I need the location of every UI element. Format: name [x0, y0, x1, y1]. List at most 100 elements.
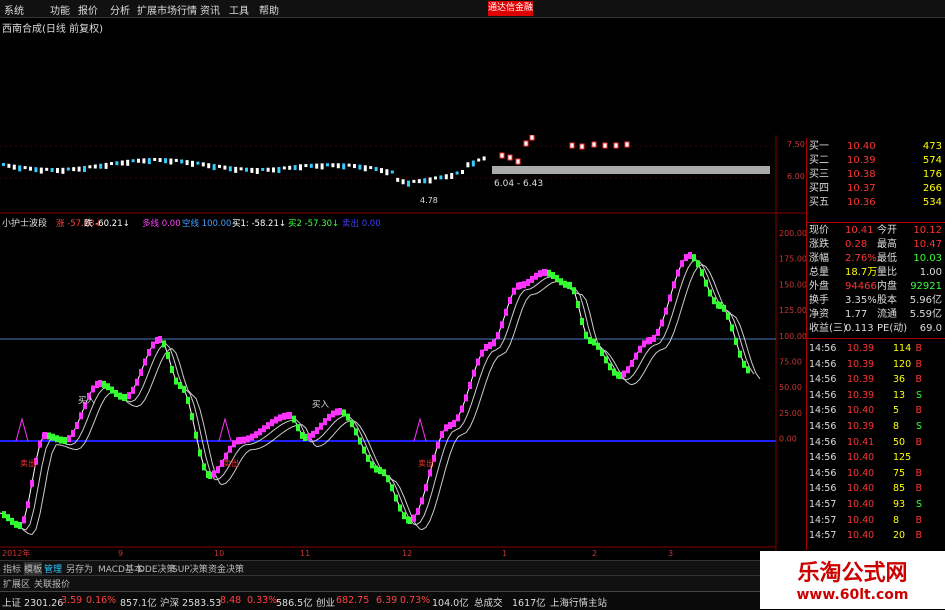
- stat-value: 3.35%: [845, 295, 877, 306]
- tick-time: 14:56: [809, 405, 837, 417]
- menu-function[interactable]: 功能: [50, 2, 70, 17]
- candle: [45, 167, 49, 171]
- time-axis-label: 9: [118, 549, 123, 558]
- extension-tab-1[interactable]: 关联报价: [34, 577, 70, 590]
- menu-help[interactable]: 帮助: [259, 2, 279, 17]
- candle: [309, 163, 313, 168]
- indicator-axis-label: 0.00: [779, 435, 797, 444]
- indicator-bar: [238, 437, 242, 444]
- stat-row: 现价 10.41 今开 10.12: [807, 224, 945, 238]
- candle: [218, 164, 221, 168]
- tick-volume: 36: [893, 374, 906, 386]
- candle: [326, 163, 329, 167]
- candle: [66, 167, 70, 171]
- indicator-bar: [296, 424, 300, 432]
- candle: [56, 167, 59, 173]
- tick-row: 14:56 10.39 120 B: [807, 358, 945, 371]
- candle: [245, 167, 248, 172]
- indicator-bar: [114, 389, 118, 397]
- menu-tools[interactable]: 工具: [229, 2, 249, 17]
- indicator-bar: [538, 270, 542, 278]
- candle: [369, 166, 373, 170]
- tab-2[interactable]: 管理: [44, 562, 62, 575]
- candle: [315, 163, 319, 169]
- bid-volume: 473: [922, 141, 942, 152]
- indicator-bar: [612, 368, 616, 376]
- tab-4[interactable]: MACD基本: [98, 562, 143, 575]
- menu-quote[interactable]: 报价: [78, 2, 98, 17]
- candle: [299, 164, 302, 171]
- tab-3[interactable]: 另存为: [66, 562, 93, 575]
- broker-badge[interactable]: 通达信金融: [488, 1, 533, 16]
- indicator-bar: [246, 435, 250, 443]
- indicator-legend-item: 跌 -60.21↓: [84, 218, 130, 229]
- tick-side: B: [915, 374, 922, 386]
- chart-area[interactable]: 7.50 6.00 6.04 - 6.43 4.78 小护士波段 涨 -57.6…: [0, 135, 806, 560]
- indicator-bar: [742, 360, 746, 368]
- extension-tab-0[interactable]: 扩展区: [3, 577, 30, 590]
- indicator-bar: [370, 461, 374, 469]
- stat-label: 收益(三): [809, 323, 847, 334]
- status-item: 6.39: [376, 595, 398, 606]
- indicator-bar: [79, 412, 83, 420]
- candle: [255, 167, 259, 174]
- candle: [50, 167, 54, 172]
- sell-signal-label: 卖出: [223, 458, 239, 468]
- indicator-bar: [652, 334, 656, 342]
- tab-6[interactable]: SUP决策: [172, 562, 208, 575]
- tick-volume: 8: [893, 514, 900, 526]
- indicator-axis-label: 175.00: [779, 255, 806, 264]
- tab-7[interactable]: 资金决策: [208, 562, 244, 575]
- tab-0[interactable]: 指标: [3, 562, 21, 575]
- indicator-bar: [350, 420, 354, 428]
- tab-5[interactable]: DDE决策: [138, 562, 176, 575]
- stat-label: 量比: [877, 267, 897, 278]
- menu-news[interactable]: 资讯: [200, 2, 220, 17]
- candle: [482, 156, 486, 161]
- stat-label: 外盘: [809, 281, 829, 292]
- candle: [602, 142, 608, 149]
- stat-label: 最高: [877, 239, 897, 250]
- candle: [158, 158, 162, 163]
- stat-row: 涨跌 0.28 最高 10.47: [807, 238, 945, 252]
- tick-volume: 20: [893, 530, 906, 542]
- status-item: 0.73%: [400, 595, 431, 606]
- indicator-bar: [366, 454, 370, 462]
- time-axis-label: 2012年: [2, 548, 30, 558]
- menu-system[interactable]: 系统: [4, 2, 24, 17]
- tick-time: 14:57: [809, 530, 837, 542]
- indicator-bar: [106, 383, 110, 391]
- indicator-bar: [170, 366, 174, 374]
- sell-signal-label: 卖出: [418, 458, 434, 468]
- tick-time: 14:56: [809, 436, 837, 448]
- indicator-bar: [448, 422, 452, 429]
- candle: [466, 162, 470, 168]
- tick-row: 14:57 10.40 8 B: [807, 514, 945, 527]
- indicator-bar: [10, 517, 14, 525]
- indicator-bar: [75, 422, 79, 430]
- menu-extended-market[interactable]: 扩展市场行情: [137, 2, 197, 17]
- indicator-bar: [588, 337, 592, 344]
- tick-price: 10.40: [847, 467, 875, 479]
- candle: [613, 142, 619, 149]
- gap-bar: [492, 166, 770, 174]
- indicator-bar: [212, 470, 216, 478]
- indicator-bar: [338, 408, 342, 415]
- tab-1[interactable]: 模板: [24, 562, 43, 575]
- indicator-bar: [194, 431, 198, 439]
- indicator-legend: 涨 -57.63↓跌 -60.21↓ 多线 0.00 空线 100.00 买1: -5…: [56, 218, 381, 229]
- indicator-bar: [534, 272, 538, 280]
- indicator-bar: [307, 433, 311, 441]
- menu-analysis[interactable]: 分析: [110, 2, 130, 17]
- indicator-bar: [67, 435, 71, 443]
- indicator-bar: [266, 422, 270, 430]
- menu-bar: 系统 功能 报价 分析 扩展市场行情 资讯 工具 帮助 通达信金融: [0, 0, 945, 18]
- tick-volume: 120: [893, 358, 912, 370]
- low-label: 4.78: [420, 196, 438, 205]
- panel-divider: [807, 222, 945, 223]
- bid-label: 买一: [809, 141, 829, 152]
- candle: [423, 178, 427, 184]
- indicator-bar: [18, 522, 22, 529]
- candle: [624, 141, 630, 148]
- candle: [342, 163, 346, 170]
